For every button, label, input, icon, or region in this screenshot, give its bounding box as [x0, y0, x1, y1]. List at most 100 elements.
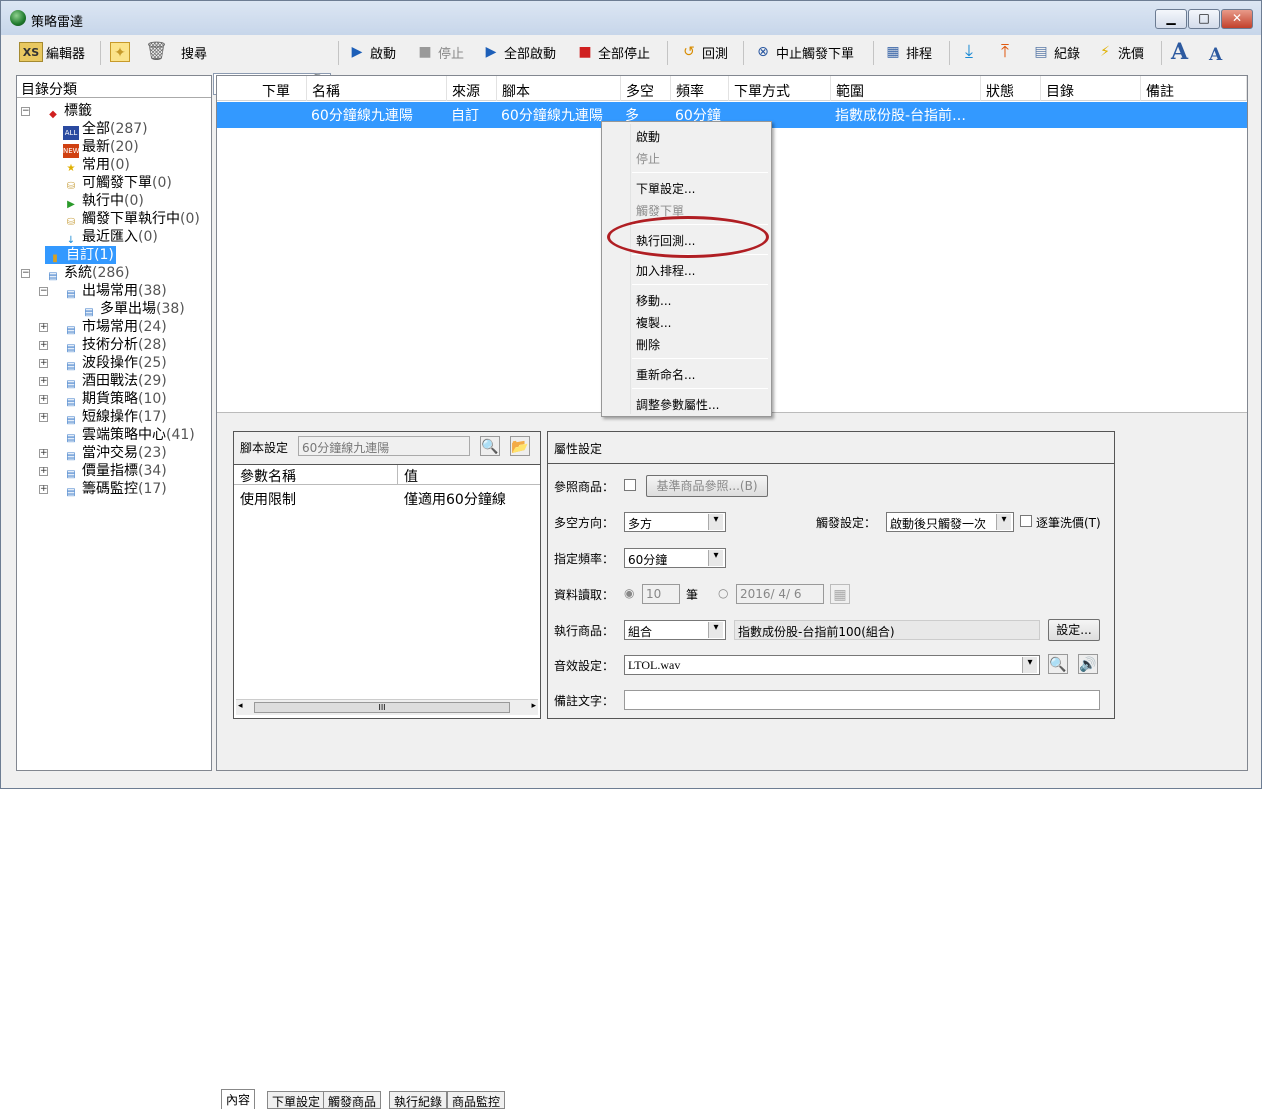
- delete-button[interactable]: 🗑: [145, 39, 168, 65]
- stop-all-button[interactable]: ■ 全部停止: [575, 39, 650, 65]
- column-header[interactable]: 多空: [621, 76, 671, 101]
- trigger-select[interactable]: 啟動後只觸發一次: [886, 512, 1014, 532]
- context-menu-item[interactable]: 複製...: [636, 314, 671, 331]
- start-button[interactable]: ▶ 啟動: [347, 39, 396, 65]
- tree-item[interactable]: ▤ 價量指標(34): [63, 462, 166, 480]
- tree-expander[interactable]: +: [39, 467, 48, 476]
- close-button[interactable]: ✕: [1221, 9, 1253, 29]
- tree-expander[interactable]: +: [39, 395, 48, 404]
- tree-item[interactable]: ★ 常用(0): [63, 156, 130, 174]
- tree-item[interactable]: ▤ 雲端策略中心(41): [63, 426, 194, 444]
- tree-expander[interactable]: +: [39, 323, 48, 332]
- data-count-field[interactable]: 10: [642, 584, 680, 604]
- tree-item[interactable]: ▤ 多單出場(38): [81, 300, 184, 318]
- tree-item[interactable]: ▤ 當沖交易(23): [63, 444, 166, 462]
- editor-button[interactable]: XS 編輯器: [19, 39, 85, 65]
- tree-item[interactable]: ▮ 自訂(1): [45, 246, 116, 264]
- new-button[interactable]: ✦: [110, 39, 130, 65]
- speaker-icon[interactable]: 🔊: [1078, 654, 1098, 674]
- scroll-thumb[interactable]: III: [254, 702, 510, 713]
- count-radio[interactable]: ◉: [624, 586, 634, 600]
- date-radio[interactable]: ○: [718, 586, 728, 600]
- start-all-button[interactable]: ▶ 全部啟動: [481, 39, 556, 65]
- sound-select[interactable]: LTOL.wav: [624, 655, 1040, 675]
- column-header[interactable]: 目錄: [1041, 76, 1141, 101]
- tree-expander[interactable]: +: [39, 449, 48, 458]
- tab-item[interactable]: 觸發商品: [323, 1091, 382, 1109]
- tree-expander[interactable]: +: [39, 485, 48, 494]
- schedule-button[interactable]: ▦ 排程: [883, 39, 932, 65]
- data-date-field[interactable]: 2016/ 4/ 6: [736, 584, 824, 604]
- column-header[interactable]: 範圍: [831, 76, 981, 101]
- scroll-right-arrow[interactable]: ▸: [531, 701, 536, 711]
- tree-item[interactable]: ⛁ 觸發下單執行中(0): [63, 210, 200, 228]
- horizontal-scrollbar[interactable]: ◂ III ▸: [236, 699, 538, 715]
- tree-expander[interactable]: +: [39, 413, 48, 422]
- export-button[interactable]: ⤒: [995, 39, 1015, 65]
- font-decrease-button[interactable]: A: [1209, 42, 1222, 68]
- wash-price-button[interactable]: ⚡ 洗價: [1095, 39, 1144, 65]
- scroll-left-arrow[interactable]: ◂: [238, 701, 243, 711]
- tree-item[interactable]: ALL 全部(287): [63, 120, 148, 140]
- column-header[interactable]: 下單方式: [729, 76, 831, 101]
- context-menu-item[interactable]: 下單設定...: [636, 180, 695, 197]
- tab-item[interactable]: 下單設定: [267, 1091, 326, 1109]
- tree-item[interactable]: ▶ 執行中(0): [63, 192, 144, 210]
- tab-item[interactable]: 內容: [221, 1089, 256, 1109]
- tree-item[interactable]: ▤ 期貨策略(10): [63, 390, 166, 408]
- tree-item[interactable]: ⛁ 可觸發下單(0): [63, 174, 172, 192]
- import-button[interactable]: ⤓: [959, 39, 979, 65]
- maximize-button[interactable]: □: [1188, 9, 1220, 29]
- context-menu-item[interactable]: 加入排程...: [636, 262, 695, 279]
- column-header[interactable]: 名稱: [307, 76, 447, 101]
- tab-item[interactable]: 執行紀錄: [389, 1091, 448, 1109]
- column-header[interactable]: 頻率: [671, 76, 729, 101]
- context-menu-item[interactable]: 重新命名...: [636, 366, 695, 383]
- wash-each-checkbox[interactable]: [1020, 515, 1032, 527]
- context-menu-item[interactable]: 調整參數屬性...: [636, 396, 719, 413]
- tree-expander[interactable]: +: [39, 359, 48, 368]
- tree-item[interactable]: ▤ 技術分析(28): [63, 336, 166, 354]
- search-script-icon[interactable]: 🔍: [480, 436, 500, 456]
- tree-item[interactable]: ▤ 酒田戰法(29): [63, 372, 166, 390]
- tree-item[interactable]: ▤ 市場常用(24): [63, 318, 166, 336]
- context-menu-item[interactable]: 啟動: [636, 128, 660, 145]
- tree-expander[interactable]: −: [39, 287, 48, 296]
- note-input[interactable]: [624, 690, 1100, 710]
- tree-item[interactable]: ↓ 最近匯入(0): [63, 228, 158, 246]
- direction-select[interactable]: 多方: [624, 512, 726, 532]
- context-menu-item[interactable]: 刪除: [636, 336, 660, 353]
- tree-expander[interactable]: −: [21, 269, 30, 278]
- stop-button[interactable]: ■ 停止: [415, 39, 464, 65]
- open-folder-icon[interactable]: 📂: [510, 436, 530, 456]
- tree-item[interactable]: ◆ 標籤: [45, 102, 92, 120]
- tree-item[interactable]: ▤ 短線操作(17): [63, 408, 166, 426]
- frequency-select[interactable]: 60分鐘: [624, 548, 726, 568]
- tree-item[interactable]: NEW 最新(20): [63, 138, 139, 158]
- sound-search-icon[interactable]: 🔍: [1048, 654, 1068, 674]
- column-header[interactable]: 下單: [257, 76, 307, 101]
- tree-item[interactable]: ▤ 籌碼監控(17): [63, 480, 166, 498]
- exec-settings-button[interactable]: 設定...: [1048, 619, 1100, 641]
- ref-product-button[interactable]: 基準商品參照...(B): [646, 475, 768, 497]
- tree-item[interactable]: ▤ 波段操作(25): [63, 354, 166, 372]
- column-header[interactable]: 來源: [447, 76, 497, 101]
- backtest-button[interactable]: ↺ 回測: [679, 39, 728, 65]
- minimize-button[interactable]: ▁: [1155, 9, 1187, 29]
- column-header[interactable]: 狀態: [981, 76, 1041, 101]
- stop-trigger-button[interactable]: ⊗ 中止觸發下單: [753, 39, 854, 65]
- font-increase-button[interactable]: A: [1171, 39, 1188, 65]
- tree-expander[interactable]: +: [39, 341, 48, 350]
- log-button[interactable]: ▤ 紀錄: [1031, 39, 1080, 65]
- tree-item[interactable]: ▤ 出場常用(38): [63, 282, 166, 300]
- tree-expander[interactable]: +: [39, 377, 48, 386]
- calendar-picker-icon[interactable]: ▦: [830, 584, 850, 604]
- exec-product-select[interactable]: 組合: [624, 620, 726, 640]
- tree-item[interactable]: ▤ 系統(286): [45, 264, 129, 282]
- context-menu-item[interactable]: 移動...: [636, 292, 671, 309]
- tab-item[interactable]: 商品監控: [447, 1091, 506, 1109]
- ref-product-checkbox[interactable]: [624, 479, 636, 491]
- column-header[interactable]: 備註: [1141, 76, 1247, 101]
- tree-expander[interactable]: −: [21, 107, 30, 116]
- context-menu-item[interactable]: 停止: [636, 150, 660, 167]
